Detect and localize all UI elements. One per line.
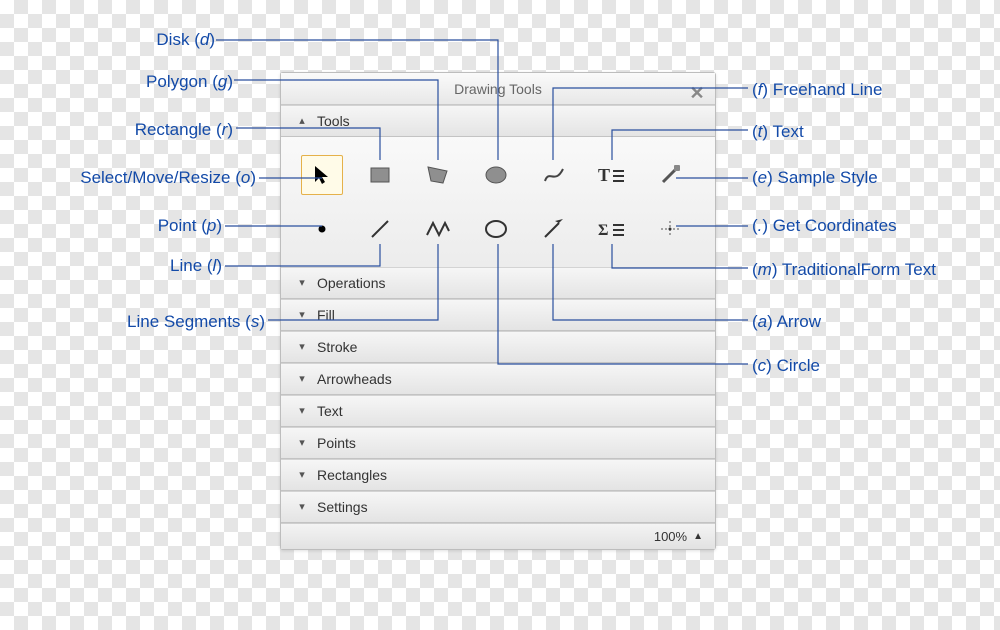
tool-traditionalform-text[interactable]: Σ (591, 209, 633, 249)
callout-freehand: (f) Freehand Line (752, 80, 882, 100)
panel-title-bar: Drawing Tools ✕ (281, 73, 715, 105)
chevron-down-icon: ▾ (297, 331, 307, 363)
tool-freehand-line[interactable] (533, 155, 575, 195)
close-icon[interactable]: ✕ (687, 77, 707, 97)
tools-grid: T Σ (281, 137, 715, 267)
tool-disk[interactable] (475, 155, 517, 195)
panel-title: Drawing Tools (454, 81, 542, 97)
section-operations[interactable]: ▾ Operations (281, 267, 715, 299)
zoom-up-icon[interactable]: ▲ (693, 524, 703, 550)
tool-line-segments[interactable] (417, 209, 459, 249)
svg-text:T: T (598, 165, 610, 185)
callout-disk: Disk (d) (30, 30, 215, 50)
callout-line: Line (l) (30, 256, 222, 276)
section-fill-label: Fill (317, 299, 335, 331)
chevron-down-icon: ▾ (297, 459, 307, 491)
chevron-down-icon: ▾ (297, 299, 307, 331)
tool-rectangle[interactable] (359, 155, 401, 195)
callout-polygon: Polygon (g) (30, 72, 233, 92)
panel-footer: 100% ▲ (281, 523, 715, 549)
section-rectangles-label: Rectangles (317, 459, 387, 491)
section-operations-label: Operations (317, 267, 385, 299)
callout-traditionalform: (m) TraditionalForm Text (752, 260, 936, 280)
callout-line-segments: Line Segments (s) (30, 312, 265, 332)
tool-text[interactable]: T (591, 155, 633, 195)
callout-select: Select/Move/Resize (o) (30, 168, 256, 188)
tool-sample-style[interactable] (649, 155, 691, 195)
section-fill[interactable]: ▾ Fill (281, 299, 715, 331)
section-points[interactable]: ▾ Points (281, 427, 715, 459)
tool-arrow[interactable] (533, 209, 575, 249)
chevron-down-icon: ▾ (297, 363, 307, 395)
section-points-label: Points (317, 427, 356, 459)
section-arrowheads[interactable]: ▾ Arrowheads (281, 363, 715, 395)
section-arrowheads-label: Arrowheads (317, 363, 392, 395)
chevron-down-icon: ▾ (297, 491, 307, 523)
callout-arrow: (a) Arrow (752, 312, 821, 332)
tool-get-coordinates[interactable] (649, 209, 691, 249)
section-stroke[interactable]: ▾ Stroke (281, 331, 715, 363)
section-text[interactable]: ▾ Text (281, 395, 715, 427)
section-settings-label: Settings (317, 491, 368, 523)
section-text-label: Text (317, 395, 343, 427)
section-settings[interactable]: ▾ Settings (281, 491, 715, 523)
svg-text:Σ: Σ (598, 222, 608, 239)
chevron-down-icon: ▾ (297, 395, 307, 427)
tool-point[interactable] (301, 209, 343, 249)
zoom-level[interactable]: 100% (654, 524, 687, 550)
tool-line[interactable] (359, 209, 401, 249)
callout-rectangle: Rectangle (r) (30, 120, 233, 140)
callout-text: (t) Text (752, 122, 804, 142)
chevron-down-icon: ▾ (297, 427, 307, 459)
tool-select[interactable] (301, 155, 343, 195)
section-rectangles[interactable]: ▾ Rectangles (281, 459, 715, 491)
callout-get-coordinates: (.) Get Coordinates (752, 216, 897, 236)
section-tools-header[interactable]: ▴ Tools (281, 105, 715, 137)
section-tools-label: Tools (317, 105, 350, 137)
chevron-up-icon: ▴ (297, 105, 307, 137)
section-stroke-label: Stroke (317, 331, 357, 363)
callout-circle: (c) Circle (752, 356, 820, 376)
chevron-down-icon: ▾ (297, 267, 307, 299)
drawing-tools-panel: Drawing Tools ✕ ▴ Tools T (280, 72, 716, 550)
callout-point: Point (p) (30, 216, 222, 236)
tool-circle[interactable] (475, 209, 517, 249)
callout-sample-style: (e) Sample Style (752, 168, 878, 188)
tool-polygon[interactable] (417, 155, 459, 195)
